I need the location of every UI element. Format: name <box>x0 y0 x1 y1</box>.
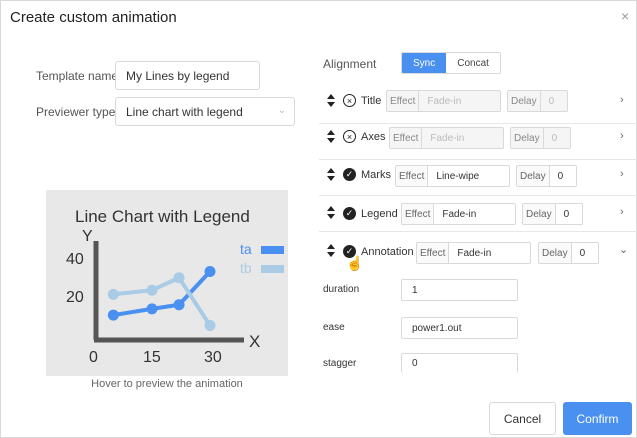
delay-value: 0 <box>548 95 555 107</box>
delay-value: 0 <box>563 208 570 220</box>
data-point-tb <box>204 319 216 331</box>
previewer-type-select[interactable]: Line chart with legend ⌄ <box>115 97 295 126</box>
data-point-ta <box>107 309 119 321</box>
confirm-button[interactable]: Confirm <box>563 402 632 435</box>
previewer-type-label: Previewer type <box>36 105 116 119</box>
sort-handle-icon[interactable] <box>327 168 335 182</box>
row-divider <box>319 159 637 160</box>
cancel-button[interactable]: Cancel <box>489 402 556 435</box>
animation-preview[interactable]: Line Chart with Legend Y X 40 20 0 15 30… <box>46 190 288 376</box>
hand-cursor-icon: ☝ <box>346 255 364 271</box>
effect-value: Fade-in <box>442 208 477 220</box>
toggle-off-icon[interactable]: × <box>343 130 356 143</box>
delay-prefix: Delay <box>511 128 544 148</box>
chevron-down-icon[interactable]: ⌄ <box>619 243 628 256</box>
chevron-right-icon[interactable]: › <box>620 168 624 180</box>
template-name-label: Template name <box>36 69 119 83</box>
effect-value: Fade-in <box>430 132 465 144</box>
effect-value: Fade-in <box>457 247 492 259</box>
alignment-option-concat[interactable]: Concat <box>446 53 500 73</box>
delay-value: 0 <box>557 170 564 182</box>
toggle-on-icon[interactable]: ✓ <box>343 207 356 220</box>
row-label-axes: Axes <box>361 131 386 143</box>
toggle-on-icon[interactable]: ✓ <box>343 168 356 181</box>
effect-prefix: Effect <box>417 243 450 263</box>
legend-label-ta: ta <box>240 241 252 257</box>
title-effect-field[interactable]: Effect Fade-in <box>386 90 501 112</box>
chevron-right-icon[interactable]: › <box>620 130 624 142</box>
data-point-ta <box>204 266 216 278</box>
effect-prefix: Effect <box>402 204 435 224</box>
close-icon[interactable]: × <box>621 8 629 24</box>
annotation-effect-field[interactable]: Effect Fade-in <box>416 242 531 264</box>
y-tick-label: 40 <box>66 251 84 268</box>
title-delay-field[interactable]: Delay 0 <box>507 90 568 112</box>
effect-prefix: Effect <box>387 91 420 111</box>
delay-value: 0 <box>579 247 586 259</box>
preview-hint: Hover to preview the animation <box>91 378 243 390</box>
axes-effect-field[interactable]: Effect Fade-in <box>389 127 504 149</box>
axes-delay-field[interactable]: Delay 0 <box>510 127 571 149</box>
effect-value: Line-wipe <box>436 170 480 182</box>
y-tick-label: 20 <box>66 289 84 306</box>
param-label-ease: ease <box>323 322 345 333</box>
delay-prefix: Delay <box>523 204 556 224</box>
chevron-down-icon: ⌄ <box>277 105 286 116</box>
alignment-label: Alignment <box>323 57 377 71</box>
delay-prefix: Delay <box>539 243 572 263</box>
row-divider <box>319 123 637 124</box>
row-label-annotation: Annotation <box>361 246 414 258</box>
data-point-tb <box>173 272 185 284</box>
data-point-tb <box>146 284 158 296</box>
x-axis-label: X <box>249 332 260 351</box>
delay-prefix: Delay <box>508 91 541 111</box>
effect-prefix: Effect <box>390 128 423 148</box>
data-point-tb <box>107 288 119 300</box>
data-point-ta <box>146 303 158 315</box>
legend-delay-field[interactable]: Delay 0 <box>522 203 583 225</box>
marks-effect-field[interactable]: Effect Line-wipe <box>395 165 510 187</box>
alignment-option-sync[interactable]: Sync <box>402 53 447 73</box>
chevron-right-icon[interactable]: › <box>620 206 624 218</box>
y-axis-label: Y <box>82 228 93 245</box>
create-animation-dialog: Create custom animation × Template name … <box>0 0 637 438</box>
effect-prefix: Effect <box>396 166 429 186</box>
template-name-input[interactable]: My Lines by legend <box>115 61 260 90</box>
dialog-title: Create custom animation <box>10 9 177 26</box>
legend-swatch-tb <box>261 265 284 273</box>
param-label-duration: duration <box>323 284 360 295</box>
row-label-legend: Legend <box>361 208 398 220</box>
toggle-off-icon[interactable]: × <box>343 94 356 107</box>
ease-input[interactable]: power1.out <box>401 317 518 339</box>
row-label-marks: Marks <box>361 169 391 181</box>
stagger-input[interactable]: 0 <box>401 353 518 373</box>
row-label-title: Title <box>361 95 382 107</box>
legend-swatch-ta <box>261 246 284 254</box>
annotation-delay-field[interactable]: Delay 0 <box>538 242 599 264</box>
legend-label-tb: tb <box>240 260 252 276</box>
sort-handle-icon[interactable] <box>327 206 335 220</box>
data-point-ta <box>173 299 185 311</box>
series-layer <box>107 266 216 331</box>
sort-handle-icon[interactable] <box>327 94 335 108</box>
row-divider <box>319 231 637 232</box>
marks-delay-field[interactable]: Delay 0 <box>516 165 577 187</box>
chart-title: Line Chart with Legend <box>75 207 250 226</box>
sort-handle-icon[interactable] <box>327 244 335 258</box>
alignment-toggle: Sync Concat <box>401 52 501 74</box>
delay-value: 0 <box>551 132 558 144</box>
param-label-stagger: stagger <box>323 358 357 369</box>
duration-input[interactable]: 1 <box>401 279 518 301</box>
x-tick-label: 30 <box>204 349 222 366</box>
row-divider <box>319 195 637 196</box>
legend-effect-field[interactable]: Effect Fade-in <box>401 203 516 225</box>
x-tick-label: 0 <box>89 349 98 366</box>
previewer-type-value: Line chart with legend <box>126 104 243 119</box>
effect-value: Fade-in <box>427 95 462 107</box>
x-tick-label: 15 <box>143 349 161 366</box>
delay-prefix: Delay <box>517 166 550 186</box>
chevron-right-icon[interactable]: › <box>620 94 624 106</box>
sort-handle-icon[interactable] <box>327 130 335 144</box>
preview-chart: Line Chart with Legend Y X 40 20 0 15 30… <box>66 207 284 366</box>
